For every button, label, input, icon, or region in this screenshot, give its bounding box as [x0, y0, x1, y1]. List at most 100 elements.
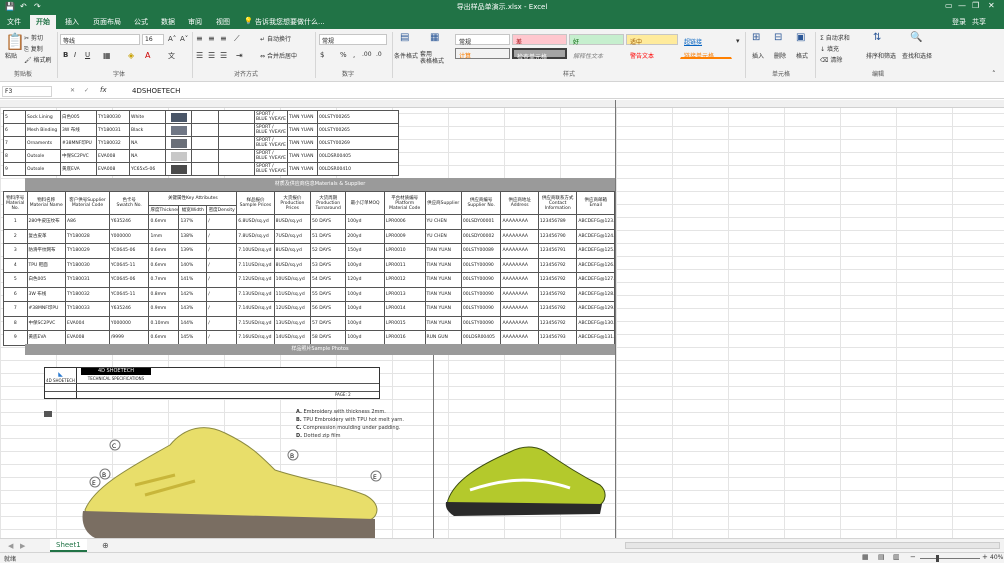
cell-blank[interactable]: [191, 162, 219, 176]
cell-pp[interactable]: 11USD/sq.yd: [273, 286, 312, 302]
cell-w[interactable]: 145%: [178, 330, 208, 346]
cell-tt[interactable]: 54 DAYS: [310, 272, 347, 288]
cell-name[interactable]: 白色005: [26, 272, 67, 288]
cell-sp[interactable]: 7.10USD/sq.yd: [236, 243, 275, 259]
cell-t[interactable]: 0.6mm: [148, 243, 180, 259]
cell-n[interactable]: 8: [3, 315, 28, 331]
style-check-cell[interactable]: 检查单元格: [512, 48, 567, 61]
cell-pm[interactable]: LPR0009: [383, 228, 426, 244]
cell-code[interactable]: TY180032: [96, 136, 130, 150]
cell-blank[interactable]: [191, 110, 219, 124]
zoom-out-icon[interactable]: −: [910, 553, 916, 561]
font-size-select[interactable]: 16: [142, 34, 164, 45]
tab-page-layout[interactable]: 页面布局: [93, 17, 121, 27]
cell-ad[interactable]: AAAAAAAA: [500, 301, 539, 317]
align-bottom-icon[interactable]: ≡: [220, 34, 227, 43]
cell-ci[interactable]: 123456792: [537, 286, 578, 302]
cell-color[interactable]: YC65x5-06: [129, 162, 166, 176]
cell-supplier[interactable]: SPORT / BLUE YVEAYE: [254, 110, 288, 124]
tab-file[interactable]: 文件: [7, 17, 21, 27]
format-as-table-icon[interactable]: ▦: [430, 32, 439, 43]
align-middle-icon[interactable]: ≡: [208, 34, 215, 43]
tab-insert[interactable]: 插入: [65, 17, 79, 27]
cell-tt[interactable]: 50 DAYS: [310, 214, 347, 230]
cell-sup[interactable]: TIAN YUAN: [424, 301, 462, 317]
style-bad[interactable]: 差: [512, 34, 567, 46]
cell-material[interactable]: 白色005: [60, 110, 97, 124]
cell-n[interactable]: 7: [3, 301, 28, 317]
cut-button[interactable]: ✂ 剪切: [24, 33, 43, 42]
cell-ci[interactable]: 123456790: [537, 228, 578, 244]
percent-button[interactable]: %: [340, 51, 347, 59]
find-icon[interactable]: 🔍: [910, 32, 922, 43]
cell-blank[interactable]: [191, 149, 219, 163]
cell-supplier-no[interactable]: 00LSTY00265: [317, 110, 399, 124]
cell-w[interactable]: 142%: [178, 286, 208, 302]
cell-supplier[interactable]: SPORT / BLUE YVEAYE: [254, 136, 288, 150]
cell-sup[interactable]: TIAN YUAN: [424, 272, 462, 288]
cell-em[interactable]: ABCDEFG@125.COM: [576, 243, 615, 259]
cell-t[interactable]: 0.6mm: [148, 257, 180, 273]
cell-blank[interactable]: [218, 162, 255, 176]
cell-moq[interactable]: 200yd: [345, 228, 385, 244]
cell-code[interactable]: TY180028: [65, 228, 110, 244]
cell-ad[interactable]: AAAAAAAA: [500, 330, 539, 346]
sort-filter-icon[interactable]: ⇅: [873, 32, 881, 43]
cell-supplier[interactable]: SPORT / BLUE YVEAYE: [254, 162, 288, 176]
format-as-table-button[interactable]: 套用 表格格式: [420, 51, 444, 65]
cell-supplier-no[interactable]: 00LSTY00269: [317, 136, 399, 150]
cell-pp[interactable]: 14USD/sq.yd: [273, 330, 312, 346]
page-layout-view-icon[interactable]: ▤: [878, 553, 885, 561]
cell-moq[interactable]: 150yd: [345, 243, 385, 259]
cell-sup[interactable]: YU CHEN: [424, 214, 462, 230]
cell-supplier-name[interactable]: TIAN YUAN: [287, 149, 318, 163]
fill-color-icon[interactable]: ◈: [128, 51, 134, 60]
cell-tt[interactable]: 56 DAYS: [310, 301, 347, 317]
cancel-entry-icon[interactable]: ✕: [70, 87, 75, 94]
cell-sn[interactable]: 00LSTY00090: [460, 272, 502, 288]
cell-supplier-no[interactable]: 00LDSR00405: [317, 149, 399, 163]
cell-swatch[interactable]: [165, 110, 192, 124]
cell-code[interactable]: EVA008: [96, 162, 130, 176]
scroll-left-icon[interactable]: ◀: [8, 542, 13, 550]
cell-ci[interactable]: 123456792: [537, 257, 578, 273]
cell-swatch[interactable]: [165, 136, 192, 150]
insert-cells-button[interactable]: 插入: [752, 51, 764, 60]
cell-sn[interactable]: 00LSTY00090: [460, 301, 502, 317]
cell-code[interactable]: TY180031: [96, 123, 130, 137]
cell-sp[interactable]: 7.15USD/sq.yd: [236, 315, 275, 331]
cell-ad[interactable]: AAAAAAAA: [500, 315, 539, 331]
cell-sup[interactable]: TIAN YUAN: [424, 243, 462, 259]
cell-d[interactable]: /: [206, 228, 238, 244]
cell-sn[interactable]: 00LSDY00002: [460, 228, 502, 244]
cell-moq[interactable]: 100yd: [345, 286, 385, 302]
cell-ad[interactable]: AAAAAAAA: [500, 214, 539, 230]
cell-sw[interactable]: YC0645-11: [108, 257, 150, 273]
align-right-icon[interactable]: ☰: [220, 51, 227, 60]
cell-supplier[interactable]: SPORT / BLUE YVEAYE: [254, 123, 288, 137]
copy-button[interactable]: ⎘ 复制: [24, 44, 43, 54]
cell-code[interactable]: A86: [65, 214, 110, 230]
tab-view[interactable]: 视图: [216, 17, 230, 27]
cell-blank[interactable]: [218, 136, 255, 150]
sign-in-link[interactable]: 登录: [952, 17, 966, 27]
cell-name[interactable]: 黄底EVA: [26, 330, 67, 346]
cell-swatch[interactable]: [165, 123, 192, 137]
cell-tt[interactable]: 55 DAYS: [310, 286, 347, 302]
comma-button[interactable]: ,: [353, 51, 355, 59]
cell-part-name[interactable]: Mesh Binding: [25, 123, 61, 137]
cell-sn[interactable]: 00LSTY00089: [460, 243, 502, 259]
sort-filter-button[interactable]: 排序和筛选: [866, 51, 896, 60]
page-break-view-icon[interactable]: ▥: [893, 553, 900, 561]
cell-blank[interactable]: [218, 149, 255, 163]
cell-n[interactable]: 4: [3, 257, 28, 273]
cell-moq[interactable]: 100yd: [345, 257, 385, 273]
cell-sup[interactable]: RUN GUN: [424, 330, 462, 346]
number-format-select[interactable]: 常规: [319, 34, 387, 45]
cell-pm[interactable]: LPR0012: [383, 272, 426, 288]
indent-icon[interactable]: ⇥: [236, 51, 243, 60]
paste-icon[interactable]: 📋: [5, 32, 25, 51]
styles-more-icon[interactable]: ▾: [736, 37, 740, 45]
cell-pp[interactable]: 13USD/sq.yd: [273, 315, 312, 331]
cell-sn[interactable]: 00LSTY00090: [460, 257, 502, 273]
